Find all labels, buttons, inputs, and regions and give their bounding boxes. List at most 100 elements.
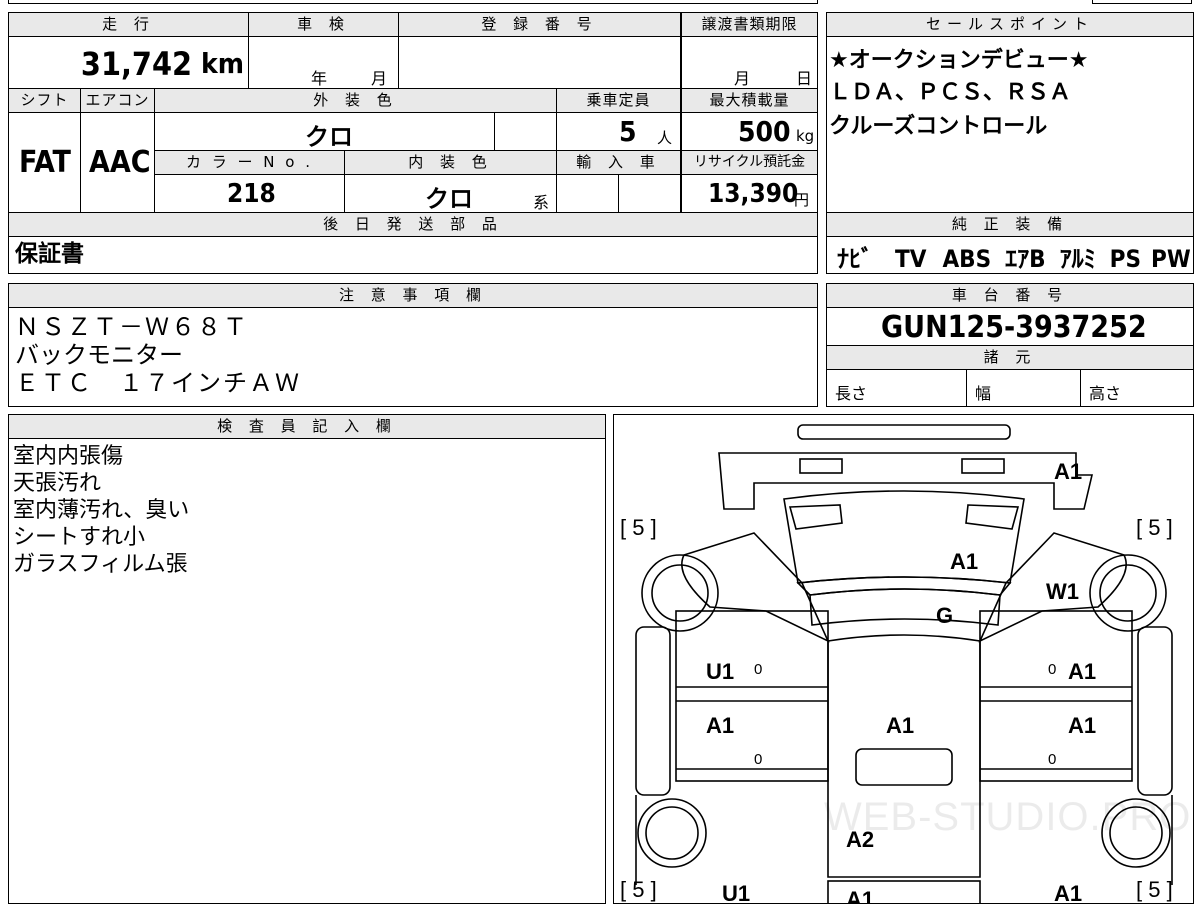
exterior-color-extra-cell <box>495 113 557 151</box>
aircon-value: AAC <box>89 145 151 180</box>
damage-rear-left: U1 <box>722 881 751 904</box>
notice-line-3: ＥＴＣ １７インチＡＷ <box>15 369 301 397</box>
mileage-value-cell: 31,742 km <box>9 37 249 89</box>
recycle-unit: 円 <box>794 191 810 209</box>
equipment-alloy: ｱﾙﾐ <box>1059 245 1096 273</box>
color-no-value-cell: 218 <box>155 175 345 213</box>
equipment-airbag: ｴｱB <box>1005 245 1046 273</box>
transfer-deadline-value-cell: 月 日 <box>681 37 817 89</box>
spec-length-label: 長さ <box>835 384 868 403</box>
zero-marker-1: 0 <box>754 661 763 678</box>
equipment-ps: PS <box>1109 245 1141 273</box>
chassis-value: GUN125-3937252 <box>881 310 1147 345</box>
exterior-color-value-cell: クロ <box>155 113 495 151</box>
tire-rear-right: [ 5 ] <box>1136 877 1173 902</box>
damage-front-door-left: U1 <box>706 659 735 684</box>
spec-width-cell: 幅 <box>967 370 1081 406</box>
top-strip <box>8 0 818 4</box>
inspector-line-5: ガラスフィルム張 <box>13 552 188 577</box>
zero-marker-3: 0 <box>754 751 763 768</box>
top-strip-right <box>1092 0 1192 4</box>
tire-front-right: [ 5 ] <box>1136 515 1173 540</box>
notice-box: 注 意 事 項 欄 ＮＳＺＴ－Ｗ６８Ｔ バックモニター ＥＴＣ １７インチＡＷ <box>8 283 818 407</box>
capacity-value: 5 <box>619 115 637 148</box>
inspector-line-1: 室内内張傷 <box>13 444 124 469</box>
later-parts-header: 後 日 発 送 部 品 <box>9 213 817 237</box>
aircon-value-cell: AAC <box>81 113 155 213</box>
transfer-deadline-header: 譲渡書類期限 <box>681 13 817 37</box>
sales-points-header: セールスポイント <box>827 13 1193 37</box>
mileage-unit: km <box>201 47 244 80</box>
car-diagram-box: [ 5 ] [ 5 ] [ 5 ] [ 5 ] A1 A1 W1 G U1 A1… <box>613 414 1194 904</box>
watermark: WEB-STUDIO.PRO <box>824 795 1192 839</box>
damage-rear-door-left: A1 <box>706 713 735 738</box>
inspection-month-label: 月 <box>371 69 388 88</box>
equipment-header: 純 正 装 備 <box>827 213 1193 237</box>
inspection-year-label: 年 <box>311 69 328 88</box>
spec-width-label: 幅 <box>975 384 992 403</box>
inspector-line-2: 天張汚れ <box>13 471 102 496</box>
import-value-cell-b <box>619 175 681 213</box>
capacity-header: 乗車定員 <box>557 89 681 113</box>
chassis-header: 車 台 番 号 <box>827 284 1193 308</box>
damage-rear-center: A1 <box>846 887 875 904</box>
sales-point-line-3: クルーズコントロール <box>829 114 1048 139</box>
aircon-header: エアコン <box>81 89 155 113</box>
equipment-navi: ﾅﾋﾞ <box>837 245 873 273</box>
inspector-box: 検 査 員 記 入 欄 室内内張傷 天張汚れ 室内薄汚れ、臭い シートすれ小 ガ… <box>8 414 606 904</box>
shift-value: FAT <box>19 145 71 180</box>
zero-marker-2: 0 <box>1048 661 1057 678</box>
vehicle-info-table: 走 行 車 検 登 録 番 号 譲渡書類期限 31,742 km 年 月 月 日… <box>8 12 818 274</box>
import-header: 輸 入 車 <box>557 151 681 175</box>
import-value-cell-a <box>557 175 619 213</box>
equipment-tv: TV <box>895 245 927 273</box>
shift-header: シフト <box>9 89 81 113</box>
registration-value-cell <box>399 37 681 89</box>
zero-marker-4: 0 <box>1048 751 1057 768</box>
max-load-value: 500 <box>738 115 791 148</box>
later-parts-value-cell: 保証書 <box>9 237 817 273</box>
notice-line-1: ＮＳＺＴ－Ｗ６８Ｔ <box>15 313 249 341</box>
damage-windshield: G <box>936 603 954 628</box>
inspector-line-3: 室内薄汚れ、臭い <box>13 498 190 523</box>
sales-points-box: セールスポイント ★オークションデビュー★ ＬＤＡ、ＰＣＳ、ＲＳＡ クルーズコン… <box>826 12 1194 214</box>
specs-header: 諸 元 <box>827 346 1193 370</box>
damage-hood: A1 <box>950 549 979 574</box>
transfer-month-label: 月 <box>734 69 751 88</box>
notice-header: 注 意 事 項 欄 <box>9 284 817 308</box>
later-parts-value: 保証書 <box>15 241 84 267</box>
interior-color-suffix: 系 <box>533 193 550 212</box>
max-load-header: 最大積載量 <box>681 89 817 113</box>
capacity-value-cell: 5 人 <box>557 113 681 151</box>
equipment-box: 純 正 装 備 ﾅﾋﾞ TV ABS ｴｱB ｱﾙﾐ PS PW <box>826 212 1194 274</box>
damage-rear-right: A1 <box>1054 881 1083 904</box>
spec-length-cell: 長さ <box>827 370 967 406</box>
interior-color-value-cell: クロ 系 <box>345 175 557 213</box>
damage-front-door-right: A1 <box>1068 659 1097 684</box>
inspection-value-cell: 年 月 <box>249 37 399 89</box>
max-load-value-cell: 500 kg <box>681 113 817 151</box>
chassis-box: 車 台 番 号 GUN125-3937252 諸 元 長さ 幅 高さ <box>826 283 1194 407</box>
transfer-day-label: 日 <box>796 69 813 88</box>
notice-line-2: バックモニター <box>15 341 183 369</box>
equipment-pw: PW <box>1151 245 1191 273</box>
damage-rear-door-right: A1 <box>1068 713 1097 738</box>
tire-rear-left: [ 5 ] <box>620 877 657 902</box>
recycle-header: リサイクル預託金 <box>681 151 817 175</box>
spec-height-label: 高さ <box>1089 384 1122 403</box>
registration-header: 登 録 番 号 <box>399 13 681 37</box>
shift-value-cell: FAT <box>9 113 81 213</box>
exterior-color-value: クロ <box>305 123 353 151</box>
damage-front-bumper: A1 <box>1054 459 1083 484</box>
mileage-header: 走 行 <box>9 13 249 37</box>
max-load-unit: kg <box>796 127 815 145</box>
spec-height-cell: 高さ <box>1081 370 1193 406</box>
equipment-items: ﾅﾋﾞ TV ABS ｴｱB ｱﾙﾐ PS PW <box>837 239 1191 274</box>
inspector-header: 検 査 員 記 入 欄 <box>9 415 605 439</box>
color-no-value: 218 <box>227 179 276 209</box>
tire-front-left: [ 5 ] <box>620 515 657 540</box>
interior-color-header: 内 装 色 <box>345 151 557 175</box>
exterior-color-header: 外 装 色 <box>155 89 557 113</box>
color-no-header: カ ラ ー N o . <box>155 151 345 175</box>
inspector-line-4: シートすれ小 <box>13 525 146 550</box>
